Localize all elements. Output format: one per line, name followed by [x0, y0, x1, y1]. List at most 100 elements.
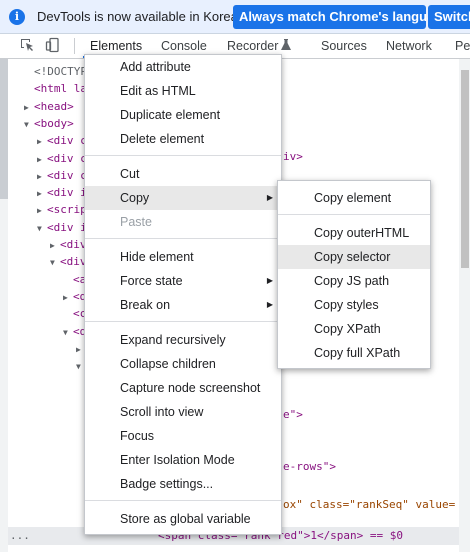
menu-item-capture-node-screenshot[interactable]: Capture node screenshot [85, 376, 281, 400]
menu-item-store-as-global-variable[interactable]: Store as global variable [85, 507, 281, 531]
menu-item-label: Focus [120, 429, 155, 443]
tree-node-line[interactable]: <a [63, 271, 86, 289]
menu-separator [278, 214, 430, 215]
menu-item-focus[interactable]: Focus [85, 424, 281, 448]
vertical-scrollbar-thumb[interactable] [461, 70, 469, 268]
menu-separator [85, 155, 281, 156]
tree-node-text: <div c [47, 134, 87, 148]
menu-item-edit-as-html[interactable]: Edit as HTML [85, 79, 281, 103]
menu-item-label: Collapse children [120, 357, 216, 371]
menu-separator [85, 238, 281, 239]
expand-right-icon[interactable]: ▶ [50, 237, 60, 255]
menu-item-collapse-children[interactable]: Collapse children [85, 352, 281, 376]
tree-node-line[interactable]: ▶ <div [50, 236, 87, 254]
menu-item-copy-full-xpath[interactable]: Copy full XPath [278, 341, 430, 365]
menu-item-copy-selector[interactable]: Copy selector [278, 245, 430, 269]
tree-node-line[interactable]: ▶ <div c [37, 150, 87, 168]
menu-item-label: Copy styles [314, 298, 379, 312]
expand-right-icon[interactable]: ▶ [37, 168, 47, 186]
tree-node-text: <scrip [47, 203, 87, 217]
tree-node-line[interactable]: ▶ <d [63, 288, 86, 306]
tree-node-text: <div c [47, 151, 87, 165]
infobar-message: DevTools is now available in Korean! [37, 9, 249, 24]
menu-item-label: Badge settings... [120, 477, 214, 491]
tree-node-line[interactable]: ▼ <d [63, 323, 86, 341]
tree-node-text: <div [60, 255, 87, 269]
tree-node-line[interactable]: ▼ <div i [37, 219, 87, 237]
tree-node-text: <head> [34, 99, 74, 113]
menu-item-hide-element[interactable]: Hide element [85, 245, 281, 269]
menu-item-label: Enter Isolation Mode [120, 453, 235, 467]
device-toolbar-icon[interactable] [45, 37, 61, 53]
expand-right-icon[interactable]: ▶ [63, 289, 73, 307]
menu-item-label: Copy selector [314, 250, 391, 264]
menu-item-label: Hide element [120, 250, 194, 264]
menu-item-add-attribute[interactable]: Add attribute [85, 55, 281, 79]
expand-right-icon[interactable]: ▶ [37, 133, 47, 151]
tree-node-line[interactable]: ▶ <div c [37, 167, 87, 185]
menu-item-copy-outerhtml[interactable]: Copy outerHTML [278, 221, 430, 245]
menu-item-label: Expand recursively [120, 333, 226, 347]
menu-item-paste: Paste [85, 210, 281, 234]
menu-item-scroll-into-view[interactable]: Scroll into view [85, 400, 281, 424]
menu-item-copy-js-path[interactable]: Copy JS path [278, 269, 430, 293]
menu-item-enter-isolation-mode[interactable]: Enter Isolation Mode [85, 448, 281, 472]
menu-item-break-on[interactable]: Break on ▶ [85, 293, 281, 317]
tab-performance[interactable]: Perf [455, 39, 470, 53]
tree-node-line[interactable]: ▼ <div [50, 253, 87, 271]
menu-item-delete-element[interactable]: Delete element [85, 127, 281, 151]
menu-item-label: Scroll into view [120, 405, 204, 419]
menu-separator [85, 321, 281, 322]
tab-console[interactable]: Console [161, 39, 207, 53]
menu-item-copy-styles[interactable]: Copy styles [278, 293, 430, 317]
menu-item-force-state[interactable]: Force state ▶ [85, 269, 281, 293]
expand-down-icon[interactable]: ▼ [37, 220, 47, 238]
menu-item-label: Delete element [120, 132, 205, 146]
menu-item-label: Add attribute [120, 60, 191, 74]
tree-fragment-close: e"> [283, 408, 303, 421]
tree-node-line[interactable]: <c [63, 305, 86, 323]
flask-icon [281, 39, 291, 50]
switch-language-button[interactable]: Switch [428, 5, 470, 29]
tree-fragment-div-close: iv> [283, 150, 303, 163]
tree-node-line[interactable]: ▶ <div i [37, 184, 87, 202]
menu-item-cut[interactable]: Cut [85, 162, 281, 186]
expand-right-icon[interactable]: ▶ [37, 185, 47, 203]
tree-node-line[interactable]: ▶ <div c [37, 132, 87, 150]
expand-right-icon[interactable]: ▶ [24, 99, 34, 117]
submenu-arrow-icon: ▶ [266, 300, 273, 309]
menu-item-badge-settings[interactable]: Badge settings... [85, 472, 281, 496]
tab-recorder[interactable]: Recorder [227, 39, 278, 53]
menu-item-label: Paste [120, 215, 152, 229]
tab-sources[interactable]: Sources [321, 39, 367, 53]
tree-node-line[interactable]: ▼ <body> [24, 115, 74, 133]
tab-network[interactable]: Network [386, 39, 432, 53]
menu-item-expand-recursively[interactable]: Expand recursively [85, 328, 281, 352]
menu-item-label: Capture node screenshot [120, 381, 261, 395]
expand-down-icon[interactable]: ▼ [24, 116, 34, 134]
tab-elements[interactable]: Elements [90, 39, 142, 53]
expand-down-icon[interactable]: ▼ [63, 324, 73, 342]
expand-right-icon[interactable]: ▶ [37, 202, 47, 220]
tree-node-line[interactable]: ▶ <head> [24, 98, 74, 116]
tree-fragment-checkbox: ox" class="rankSeq" value= [283, 498, 456, 511]
toolbar-divider [74, 38, 75, 54]
copy-submenu: Copy element Copy outerHTML Copy selector C… [277, 180, 431, 369]
menu-item-label: Store as global variable [120, 512, 251, 526]
menu-item-copy-element[interactable]: Copy element [278, 186, 430, 210]
expand-right-icon[interactable]: ▶ [37, 151, 47, 169]
menu-item-copy-xpath[interactable]: Copy XPath [278, 317, 430, 341]
menu-item-label: Break on [120, 298, 171, 312]
menu-item-copy[interactable]: Copy ▶ [85, 186, 281, 210]
menu-separator [85, 500, 281, 501]
menu-item-label: Copy full XPath [314, 346, 401, 360]
expand-down-icon[interactable]: ▼ [50, 254, 60, 272]
always-match-language-button[interactable]: Always match Chrome's language [233, 5, 449, 29]
menu-item-label: Copy [120, 191, 150, 205]
menu-item-duplicate-element[interactable]: Duplicate element [85, 103, 281, 127]
inspect-element-icon[interactable] [19, 37, 35, 53]
tree-node-line[interactable]: ▶ <scrip [37, 201, 87, 219]
submenu-arrow-icon: ▶ [266, 276, 273, 285]
tree-node-text: <div c [47, 168, 87, 182]
menu-item-label: Copy XPath [314, 322, 381, 336]
